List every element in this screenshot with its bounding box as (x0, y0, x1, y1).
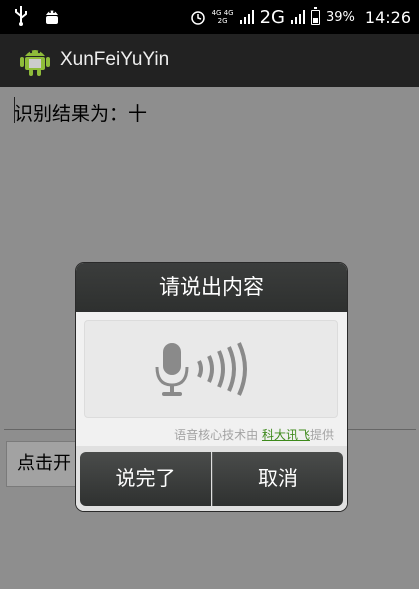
network-bottom-text: 2G (217, 17, 228, 25)
cancel-button[interactable]: 取消 (212, 452, 343, 506)
status-bar: 4G 4G 2G 2G 39% 14:26 (0, 0, 419, 34)
microphone-waves-icon[interactable] (155, 341, 263, 397)
credit-suffix: 提供 (309, 428, 334, 442)
voice-input-area (84, 320, 338, 418)
result-label[interactable]: 识别结果为：十 (14, 99, 147, 126)
network-indicator: 4G 4G 2G (212, 9, 234, 25)
android-debug-icon (46, 10, 58, 24)
dialog-title: 请说出内容 (76, 263, 347, 312)
notification-icons (14, 6, 60, 26)
clock: 14:26 (364, 7, 411, 27)
usb-icon (15, 6, 27, 26)
network-top-text: 4G 4G (211, 9, 234, 17)
credit-text: 语音核心技术由 科大讯飞提供 (76, 426, 334, 443)
credit-brand-link[interactable]: 科大讯飞 (262, 428, 310, 442)
credit-prefix: 语音核心技术由 (174, 428, 262, 442)
network-type: 2G (259, 6, 285, 28)
battery-percent: 39% (325, 9, 355, 25)
battery-icon (310, 6, 320, 25)
signal-icon (239, 10, 254, 24)
voice-dialog: 请说出内容 语音核心技术由 科大讯飞提供 说完了 取消 (76, 263, 347, 511)
signal-icon-2 (290, 10, 305, 24)
done-button[interactable]: 说完了 (80, 452, 211, 506)
android-app-icon (20, 50, 50, 76)
action-bar: XunFeiYuYin (0, 34, 419, 87)
alarm-icon (190, 11, 205, 25)
dialog-footer: 说完了 取消 (76, 446, 347, 511)
app-title: XunFeiYuYin (60, 49, 170, 70)
